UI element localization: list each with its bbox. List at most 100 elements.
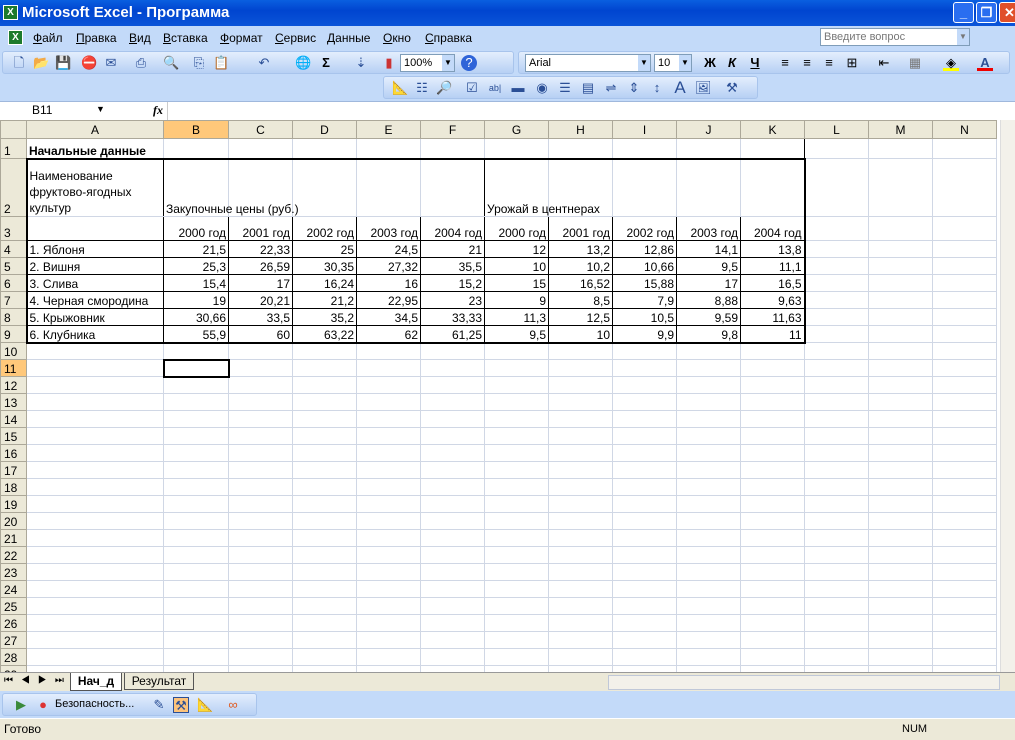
- column-header-E[interactable]: E: [356, 120, 421, 139]
- row-header-22[interactable]: 22: [0, 546, 27, 564]
- cell-A2[interactable]: Наименование фруктово-ягодных культур: [25, 158, 164, 217]
- cell-C15[interactable]: [228, 427, 293, 445]
- formula-input[interactable]: [167, 102, 1007, 120]
- cell-L11[interactable]: [804, 359, 869, 377]
- cell-J7[interactable]: 8,88: [676, 291, 741, 309]
- cell-D4[interactable]: 25: [292, 240, 357, 258]
- cell-L10[interactable]: [804, 342, 869, 360]
- cell-G10[interactable]: [484, 342, 549, 360]
- option-button-icon[interactable]: ◉: [534, 80, 550, 96]
- cell-G21[interactable]: [484, 529, 549, 547]
- cell-A5[interactable]: 2. Вишня: [25, 257, 164, 275]
- row-header-16[interactable]: 16: [0, 444, 27, 462]
- cell-I5[interactable]: 10,66: [612, 257, 677, 275]
- cell-D13[interactable]: [292, 393, 357, 411]
- cell-D28[interactable]: [292, 648, 357, 666]
- cell-D6[interactable]: 16,24: [292, 274, 357, 292]
- cell-H25[interactable]: [548, 597, 613, 615]
- cell-N1[interactable]: [932, 138, 997, 159]
- cell-B3[interactable]: 2000 год: [163, 216, 229, 241]
- cell-N14[interactable]: [932, 410, 997, 428]
- cell-I12[interactable]: [612, 376, 677, 394]
- fx-label[interactable]: fx: [153, 103, 163, 118]
- cell-L18[interactable]: [804, 478, 869, 496]
- cell-J1[interactable]: [676, 138, 741, 160]
- cell-K21[interactable]: [740, 529, 805, 547]
- row-header-1[interactable]: 1: [0, 138, 27, 159]
- cell-D15[interactable]: [292, 427, 357, 445]
- cell-J9[interactable]: 9,8: [676, 325, 741, 344]
- cell-C19[interactable]: [228, 495, 293, 513]
- row-header-12[interactable]: 12: [0, 376, 27, 394]
- cell-L19[interactable]: [804, 495, 869, 513]
- paste-icon[interactable]: 📋: [213, 55, 229, 71]
- cell-F17[interactable]: [420, 461, 485, 479]
- cell-K24[interactable]: [740, 580, 805, 598]
- menu-tools[interactable]: Сервис: [275, 31, 316, 45]
- cell-M9[interactable]: [868, 325, 933, 343]
- cell-N3[interactable]: [932, 216, 997, 241]
- cell-N23[interactable]: [932, 563, 997, 581]
- select-all-corner[interactable]: [0, 120, 27, 139]
- cell-L25[interactable]: [804, 597, 869, 615]
- cell-A20[interactable]: [26, 512, 164, 530]
- cell-F28[interactable]: [420, 648, 485, 666]
- design-mode-icon-2[interactable]: 📐: [197, 697, 213, 713]
- menu-format[interactable]: Формат: [220, 31, 263, 45]
- cell-M21[interactable]: [868, 529, 933, 547]
- cell-I16[interactable]: [612, 444, 677, 462]
- cell-M14[interactable]: [868, 410, 933, 428]
- column-header-L[interactable]: L: [804, 120, 869, 139]
- cell-E17[interactable]: [356, 461, 421, 479]
- cell-H20[interactable]: [548, 512, 613, 530]
- chevron-down-icon[interactable]: ▼: [679, 55, 691, 71]
- row-header-21[interactable]: 21: [0, 529, 27, 547]
- cell-B8[interactable]: 30,66: [163, 308, 229, 326]
- cell-D9[interactable]: 63,22: [292, 325, 357, 344]
- cell-H19[interactable]: [548, 495, 613, 513]
- cell-I3[interactable]: 2002 год: [612, 216, 677, 241]
- scrollbar-control-icon[interactable]: ↕: [649, 80, 665, 96]
- cell-F1[interactable]: [420, 138, 485, 160]
- save-icon[interactable]: 💾: [55, 55, 71, 71]
- cell-D8[interactable]: 35,2: [292, 308, 357, 326]
- cell-J17[interactable]: [676, 461, 741, 479]
- cell-H12[interactable]: [548, 376, 613, 394]
- cell-K16[interactable]: [740, 444, 805, 462]
- fill-color-icon[interactable]: ◈: [943, 55, 959, 71]
- cell-K9[interactable]: 11: [740, 325, 806, 344]
- cell-J11[interactable]: [676, 359, 741, 377]
- cell-K17[interactable]: [740, 461, 805, 479]
- cell-I11[interactable]: [612, 359, 677, 377]
- tab-result[interactable]: Результат: [124, 673, 194, 690]
- cell-C22[interactable]: [228, 546, 293, 564]
- cell-E5[interactable]: 27,32: [356, 257, 421, 275]
- cell-B7[interactable]: 19: [163, 291, 229, 309]
- cell-L15[interactable]: [804, 427, 869, 445]
- cell-F7[interactable]: 23: [420, 291, 485, 309]
- cell-B17[interactable]: [163, 461, 229, 479]
- cell-B25[interactable]: [163, 597, 229, 615]
- email-icon[interactable]: ✉: [103, 55, 119, 71]
- cell-K12[interactable]: [740, 376, 805, 394]
- cell-M27[interactable]: [868, 631, 933, 649]
- cell-M13[interactable]: [868, 393, 933, 411]
- cell-N10[interactable]: [932, 342, 997, 360]
- cell-L3[interactable]: [804, 216, 869, 241]
- cell-K6[interactable]: 16,5: [740, 274, 806, 292]
- view-code-icon[interactable]: 🔎: [436, 80, 452, 96]
- cell-L22[interactable]: [804, 546, 869, 564]
- cell-J18[interactable]: [676, 478, 741, 496]
- cell-J6[interactable]: 17: [676, 274, 741, 292]
- cell-E14[interactable]: [356, 410, 421, 428]
- cell-M12[interactable]: [868, 376, 933, 394]
- cell-I17[interactable]: [612, 461, 677, 479]
- cell-A28[interactable]: [26, 648, 164, 666]
- record-macro-icon[interactable]: ●: [35, 697, 51, 713]
- cell-K15[interactable]: [740, 427, 805, 445]
- cell-D14[interactable]: [292, 410, 357, 428]
- row-header-20[interactable]: 20: [0, 512, 27, 530]
- cell-A10[interactable]: [26, 342, 164, 360]
- cell-C26[interactable]: [228, 614, 293, 632]
- row-header-8[interactable]: 8: [0, 308, 27, 326]
